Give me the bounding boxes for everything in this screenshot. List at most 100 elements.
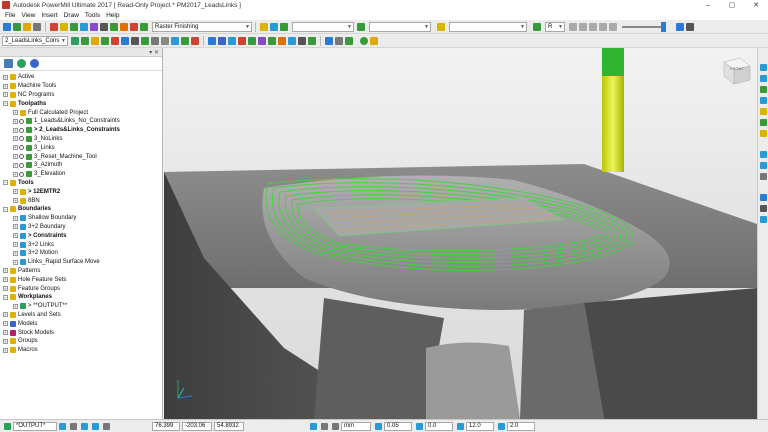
tree-item[interactable]: + Shallow Boundary	[0, 214, 162, 223]
explorer-tab-toolpath-icon[interactable]	[17, 59, 26, 68]
expand-icon[interactable]: +	[3, 312, 8, 318]
menu-draw[interactable]: Draw	[61, 12, 82, 19]
menu-view[interactable]: View	[18, 12, 38, 19]
status-thickness[interactable]: 0.0	[425, 421, 453, 431]
menu-help[interactable]: Help	[103, 12, 122, 19]
tree-item[interactable]: + Levels and Sets	[0, 311, 162, 320]
tree-item[interactable]: +8BN	[0, 196, 162, 205]
tree-item[interactable]: +3_Reset_Machine_Tool	[0, 152, 162, 161]
expand-icon[interactable]: +	[13, 162, 18, 168]
simulation-speed-slider[interactable]	[622, 21, 666, 32]
visibility-toggle-icon[interactable]	[19, 118, 24, 124]
visibility-toggle-icon[interactable]	[19, 171, 24, 177]
tree-item[interactable]: + Machine Tools	[0, 82, 162, 91]
status-x[interactable]: 76.399	[152, 421, 180, 431]
tree-item[interactable]: + > Constraints	[0, 231, 162, 240]
expand-icon[interactable]: +	[13, 215, 18, 221]
tree-item[interactable]: +3_NoLinks	[0, 135, 162, 144]
save-project-icon[interactable]	[13, 22, 21, 31]
measure-icon[interactable]	[131, 36, 139, 45]
expand-icon[interactable]: +	[3, 83, 8, 89]
step-back-icon[interactable]	[579, 22, 587, 31]
simulation-options-icon[interactable]	[370, 36, 378, 45]
expand-icon[interactable]: +	[3, 74, 8, 80]
zoom-in-icon[interactable]	[759, 151, 767, 158]
tree-item[interactable]: + Macros	[0, 346, 162, 355]
expand-icon[interactable]: +	[13, 233, 18, 239]
view-side-icon[interactable]	[258, 36, 266, 45]
menu-insert[interactable]: Insert	[38, 12, 60, 19]
expand-icon[interactable]: +	[13, 189, 18, 195]
block-icon[interactable]	[50, 22, 58, 31]
tree-item[interactable]: + Groups	[0, 337, 162, 346]
expand-icon[interactable]: +	[13, 303, 18, 309]
draft-angle-icon[interactable]	[278, 36, 286, 45]
workplane-create-icon[interactable]	[71, 36, 79, 45]
wireframe-icon[interactable]	[181, 36, 189, 45]
units-option-icon[interactable]	[332, 422, 339, 430]
visibility-toggle-icon[interactable]	[19, 127, 24, 133]
table-icon[interactable]	[151, 36, 159, 45]
tree-item[interactable]: − Boundaries	[0, 205, 162, 214]
open-folder-icon[interactable]	[23, 22, 31, 31]
plain-shade-icon[interactable]	[759, 216, 767, 223]
pattern-icon[interactable]	[280, 22, 288, 31]
expand-icon[interactable]: +	[3, 286, 8, 292]
boundary-combo-icon[interactable]	[357, 22, 365, 31]
expand-icon[interactable]: +	[3, 277, 8, 283]
feature-icon[interactable]	[437, 22, 445, 31]
play-icon[interactable]	[589, 22, 597, 31]
shaded-icon[interactable]	[759, 194, 767, 201]
stock-shade-icon[interactable]	[298, 36, 306, 45]
tree-item[interactable]: + Full Calculated Project	[0, 108, 162, 117]
view-iso-icon[interactable]	[759, 130, 767, 137]
status-units[interactable]: mm	[341, 421, 371, 431]
status-z[interactable]: 54.8932	[214, 421, 244, 431]
collapse-icon[interactable]: −	[3, 180, 8, 186]
tree-item[interactable]: + > **OUTPUT**	[0, 302, 162, 311]
close-button[interactable]: ✕	[744, 0, 768, 10]
feature-combo[interactable]: ▼	[449, 21, 527, 32]
tree-item[interactable]: + Feature Groups	[0, 284, 162, 293]
expand-icon[interactable]: +	[13, 242, 18, 248]
view-right-icon[interactable]	[759, 97, 767, 104]
rotate-icon[interactable]	[101, 36, 109, 45]
tree-item[interactable]: + Stock Models	[0, 328, 162, 337]
expand-icon[interactable]: +	[13, 145, 18, 151]
tree-item[interactable]: +3+2 Links	[0, 240, 162, 249]
tree-item[interactable]: +3_Elevation	[0, 170, 162, 179]
view-top-icon[interactable]	[238, 36, 246, 45]
boundary-combo[interactable]: ▼	[369, 21, 431, 32]
tree-item[interactable]: +3+2 Motion	[0, 249, 162, 258]
expand-icon[interactable]: +	[13, 127, 18, 133]
tree-item[interactable]: +3_Azimuth	[0, 161, 162, 170]
expand-icon[interactable]: +	[3, 268, 8, 274]
expand-icon[interactable]: +	[3, 321, 8, 327]
view-grid-icon[interactable]	[686, 22, 694, 31]
view-bottom-icon[interactable]	[759, 75, 767, 82]
view-iso-icon[interactable]	[228, 36, 236, 45]
toolpath-strategies-icon[interactable]	[120, 22, 128, 31]
align-icon[interactable]	[91, 36, 99, 45]
open-project-icon[interactable]	[3, 22, 11, 31]
grid-icon[interactable]	[161, 36, 169, 45]
tree-item[interactable]: +3+2 Boundary	[0, 223, 162, 232]
collapse-icon[interactable]: −	[3, 101, 8, 107]
shaded-model-icon[interactable]	[268, 36, 276, 45]
feedrate-icon[interactable]	[110, 22, 118, 31]
toolpath-active-icon[interactable]	[140, 22, 148, 31]
view-back-icon[interactable]	[759, 119, 767, 126]
clip-icon[interactable]	[335, 36, 343, 45]
zoom-out-icon[interactable]	[759, 162, 767, 169]
coordinate-icon[interactable]	[103, 422, 110, 430]
axis-icon[interactable]	[81, 36, 89, 45]
tree-item[interactable]: − Workplanes	[0, 293, 162, 302]
tool-define-icon[interactable]	[60, 22, 68, 31]
tree-item[interactable]: + > 2_Leads&Links_Constraints	[0, 126, 162, 135]
visibility-toggle-icon[interactable]	[19, 162, 24, 168]
visibility-toggle-icon[interactable]	[19, 154, 24, 160]
tree-item[interactable]: + Hole Feature Sets	[0, 275, 162, 284]
workplane-combo[interactable]: 2_LeadsLinks_Cons ▼	[2, 35, 68, 46]
maximize-button[interactable]: ▢	[720, 0, 744, 10]
locate-icon[interactable]	[92, 422, 99, 430]
